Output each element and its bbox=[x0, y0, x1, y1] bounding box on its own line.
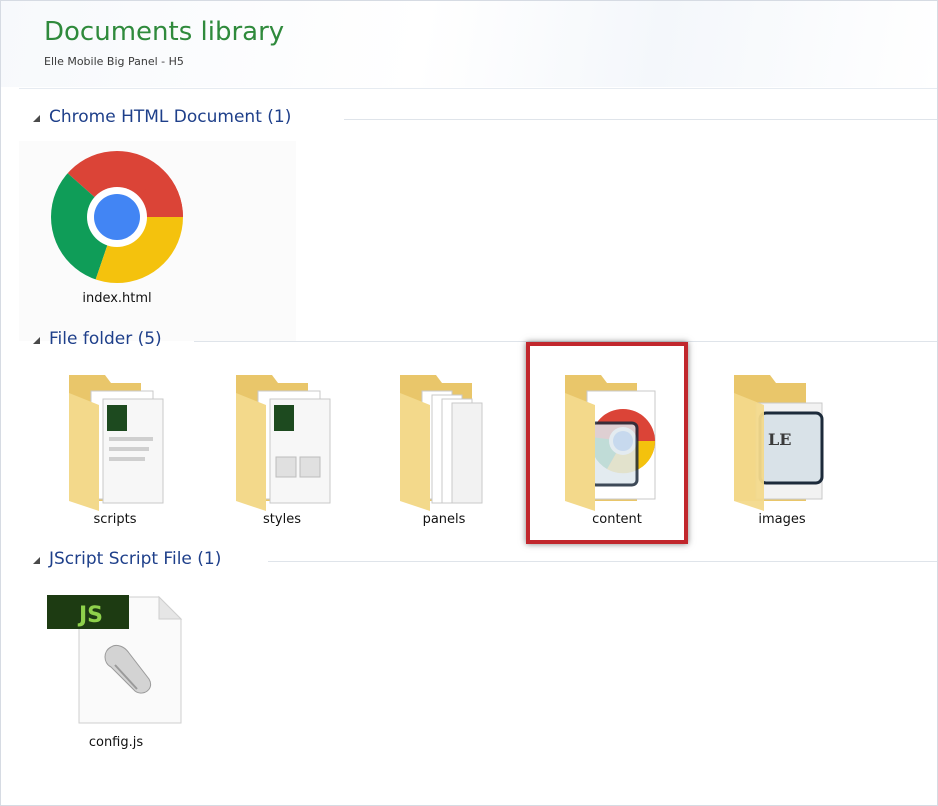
explorer-window: Documents library Elle Mobile Big Panel … bbox=[0, 0, 938, 806]
collapse-triangle-icon[interactable] bbox=[32, 114, 41, 123]
group-divider bbox=[344, 119, 937, 120]
group-label: Chrome HTML Document (1) bbox=[49, 107, 292, 127]
group-label: File folder (5) bbox=[49, 329, 162, 349]
folder-item-panels[interactable]: panels bbox=[374, 356, 514, 536]
folder-name: panels bbox=[422, 512, 466, 527]
group-divider bbox=[268, 561, 937, 562]
file-item-index-html[interactable]: index.html bbox=[44, 147, 190, 317]
background-panel-right bbox=[296, 194, 937, 344]
header-divider bbox=[19, 88, 937, 89]
collapse-triangle-icon[interactable] bbox=[32, 556, 41, 565]
folder-item-scripts[interactable]: scripts bbox=[45, 356, 185, 536]
group-label: JScript Script File (1) bbox=[49, 549, 222, 569]
folder-icon bbox=[69, 375, 164, 511]
folder-item-images[interactable]: LE images bbox=[712, 356, 852, 536]
library-header: Documents library Elle Mobile Big Panel … bbox=[1, 1, 937, 87]
file-name: index.html bbox=[82, 291, 152, 306]
group-header-jscript[interactable]: JScript Script File (1) bbox=[32, 549, 937, 573]
folder-icon bbox=[400, 375, 483, 511]
library-title: Documents library bbox=[44, 17, 285, 47]
folder-icon bbox=[236, 375, 331, 511]
js-badge-text: JS bbox=[77, 603, 103, 628]
image-badge-text: LE bbox=[768, 430, 791, 449]
group-header-chrome-html[interactable]: Chrome HTML Document (1) bbox=[32, 107, 937, 131]
library-subtitle: Elle Mobile Big Panel - H5 bbox=[44, 55, 184, 68]
folder-image-icon: LE bbox=[734, 375, 824, 511]
folder-name: styles bbox=[263, 512, 301, 527]
folder-name: scripts bbox=[93, 512, 137, 527]
chrome-icon bbox=[51, 151, 183, 283]
js-file-icon: JS bbox=[47, 595, 183, 724]
file-item-config-js[interactable]: JS config.js bbox=[41, 589, 191, 764]
folder-item-styles[interactable]: styles bbox=[212, 356, 352, 536]
file-name: config.js bbox=[88, 735, 144, 750]
group-header-file-folder[interactable]: File folder (5) bbox=[32, 329, 937, 353]
collapse-triangle-icon[interactable] bbox=[32, 336, 41, 345]
highlight-box bbox=[526, 342, 688, 544]
folder-name: images bbox=[758, 512, 806, 527]
